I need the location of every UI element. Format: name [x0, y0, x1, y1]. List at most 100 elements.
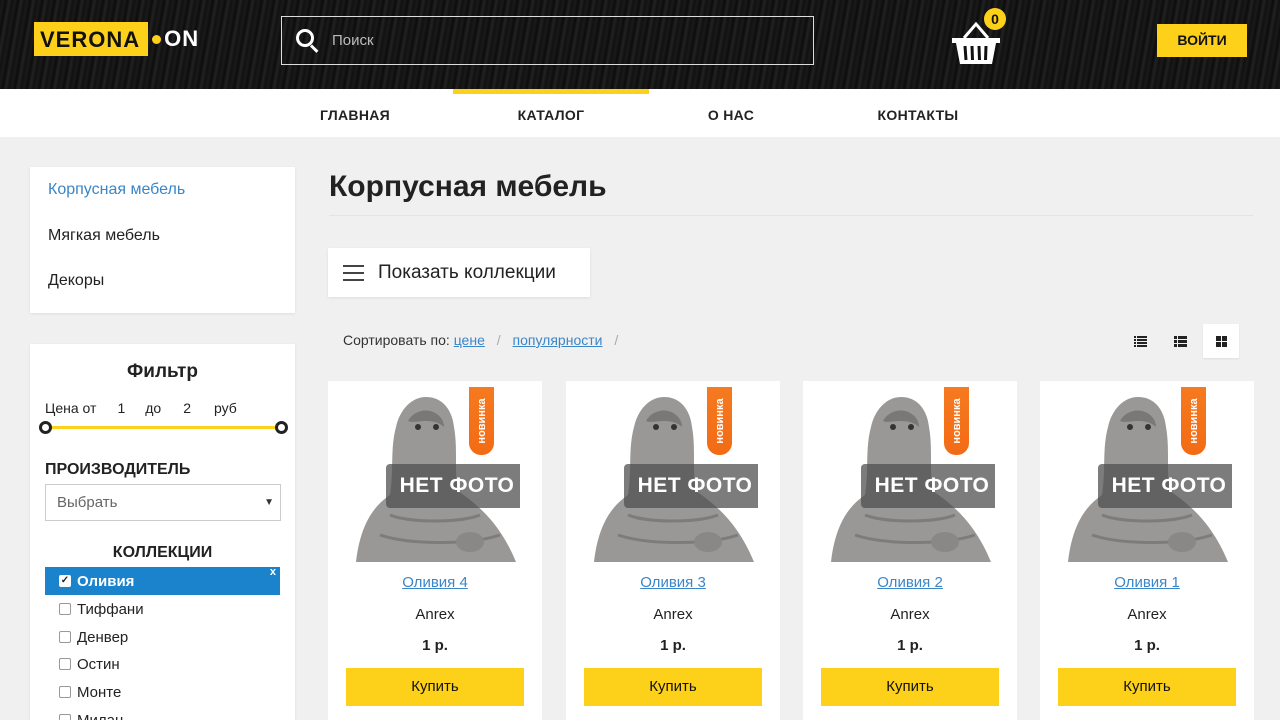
- no-photo-label: НЕТ ФОТО: [1098, 464, 1232, 508]
- product-brand: Anrex: [890, 606, 930, 623]
- sort-label: Сортировать по:: [343, 332, 450, 348]
- product-card: НЕТ ФОТО новинка Оливия 1 Anrex 1 р. Куп…: [1040, 381, 1254, 720]
- product-card: НЕТ ФОТО новинка Оливия 3 Anrex 1 р. Куп…: [566, 381, 780, 720]
- collection-item[interactable]: ✓ Оливия x: [45, 566, 280, 595]
- product-price: 1 р.: [660, 637, 686, 654]
- collection-label: Денвер: [77, 628, 129, 646]
- sort-by-price-link[interactable]: цене: [454, 332, 485, 348]
- product-name-link[interactable]: Оливия 3: [566, 574, 780, 591]
- page-title: Корпусная мебель: [329, 170, 607, 203]
- category-item[interactable]: Декоры: [48, 272, 104, 290]
- filter-title: Фильтр: [127, 361, 198, 382]
- price-slider[interactable]: [39, 421, 288, 434]
- price-to-label: до: [145, 400, 162, 416]
- collections-title: КОЛЛЕКЦИИ: [112, 544, 213, 561]
- cart-button[interactable]: 0: [950, 8, 1006, 66]
- collection-item[interactable]: Денвер: [45, 623, 280, 651]
- product-price: 1 р.: [1134, 637, 1160, 654]
- grid-icon: [1215, 335, 1227, 347]
- checkbox-icon[interactable]: [59, 631, 71, 643]
- login-button[interactable]: ВОЙТИ: [1157, 24, 1247, 57]
- logo-suffix: ON: [164, 26, 200, 51]
- category-item[interactable]: Корпусная мебель: [48, 181, 185, 199]
- category-item[interactable]: Мягкая мебель: [48, 227, 160, 245]
- collection-item[interactable]: Остин: [45, 650, 280, 678]
- nav-about[interactable]: О НАС: [690, 89, 772, 137]
- buy-button[interactable]: Купить: [346, 668, 524, 706]
- list-icon: [1173, 335, 1187, 347]
- view-list-detailed-button[interactable]: [1122, 324, 1158, 358]
- new-badge: новинка: [707, 387, 732, 455]
- slider-handle-max[interactable]: [275, 421, 288, 434]
- new-badge-label: новинка: [950, 398, 963, 444]
- collection-label: Милан: [77, 711, 124, 720]
- view-list-button[interactable]: [1162, 324, 1198, 358]
- manufacturer-select[interactable]: Выбрать ▼: [45, 484, 281, 521]
- product-name-link[interactable]: Оливия 4: [328, 574, 542, 591]
- product-price: 1 р.: [422, 637, 448, 654]
- search-box: [281, 16, 814, 65]
- collection-item[interactable]: Монте: [45, 678, 280, 706]
- divider: [329, 215, 1253, 216]
- slider-handle-min[interactable]: [39, 421, 52, 434]
- buy-button[interactable]: Купить: [821, 668, 999, 706]
- product-name-link[interactable]: Оливия 1: [1040, 574, 1254, 591]
- category-menu: Корпусная мебель Мягкая мебель Декоры: [30, 167, 295, 313]
- sort-separator: /: [496, 332, 501, 348]
- list-detailed-icon: [1133, 335, 1147, 347]
- nav-catalog[interactable]: КАТАЛОГ: [453, 89, 649, 137]
- collection-label: Остин: [77, 655, 120, 673]
- product-card: НЕТ ФОТО новинка Оливия 4 Anrex 1 р. Куп…: [328, 381, 542, 720]
- new-badge-label: новинка: [1187, 398, 1200, 444]
- search-input[interactable]: [332, 32, 813, 49]
- new-badge-label: новинка: [475, 398, 488, 444]
- checkbox-icon[interactable]: [59, 714, 71, 720]
- product-image[interactable]: НЕТ ФОТО новинка: [1062, 387, 1232, 562]
- site-logo[interactable]: VERONA ON: [34, 22, 199, 56]
- nav-contacts[interactable]: КОНТАКТЫ: [862, 89, 974, 137]
- nav-home[interactable]: ГЛАВНАЯ: [300, 89, 410, 137]
- product-brand: Anrex: [415, 606, 455, 623]
- sort-bar: Сортировать по: цене / популярности /: [343, 332, 626, 348]
- buy-button[interactable]: Купить: [1058, 668, 1236, 706]
- product-name-link[interactable]: Оливия 2: [803, 574, 1017, 591]
- collection-item[interactable]: Милан: [45, 706, 280, 720]
- product-card: НЕТ ФОТО новинка Оливия 2 Anrex 1 р. Куп…: [803, 381, 1017, 720]
- no-photo-label: НЕТ ФОТО: [386, 464, 520, 508]
- price-to-value[interactable]: 2: [183, 400, 191, 416]
- new-badge: новинка: [469, 387, 494, 455]
- product-brand: Anrex: [653, 606, 693, 623]
- dropdown-arrow-icon: ▼: [264, 497, 274, 508]
- show-collections-button[interactable]: Показать коллекции: [328, 248, 590, 297]
- price-range-label: Цена от 1 до 2 руб: [45, 400, 237, 416]
- checkbox-checked-icon[interactable]: ✓: [59, 575, 71, 587]
- price-from-value[interactable]: 1: [117, 400, 125, 416]
- collection-label: Тиффани: [77, 600, 144, 618]
- search-icon[interactable]: [296, 28, 320, 53]
- product-image[interactable]: НЕТ ФОТО новинка: [350, 387, 520, 562]
- product-price: 1 р.: [897, 637, 923, 654]
- collection-item[interactable]: Тиффани: [45, 595, 280, 623]
- show-collections-label: Показать коллекции: [378, 261, 556, 283]
- product-image[interactable]: НЕТ ФОТО новинка: [588, 387, 758, 562]
- sort-by-popularity-link[interactable]: популярности: [513, 332, 603, 348]
- sort-separator: /: [614, 332, 619, 348]
- collection-label: Оливия: [77, 572, 135, 590]
- cart-count-badge: 0: [984, 8, 1006, 30]
- main-nav: ГЛАВНАЯ КАТАЛОГ О НАС КОНТАКТЫ: [0, 89, 1280, 137]
- new-badge: новинка: [944, 387, 969, 455]
- new-badge: новинка: [1181, 387, 1206, 455]
- manufacturer-title: ПРОИЗВОДИТЕЛЬ: [45, 461, 191, 478]
- site-header: VERONA ON 0 ВОЙТИ: [0, 0, 1280, 89]
- checkbox-icon[interactable]: [59, 658, 71, 670]
- clear-collection-button[interactable]: x: [270, 566, 276, 578]
- collection-label: Монте: [77, 683, 122, 701]
- logo-dot: [152, 34, 162, 44]
- checkbox-icon[interactable]: [59, 603, 71, 615]
- buy-button[interactable]: Купить: [584, 668, 762, 706]
- view-grid-button[interactable]: [1203, 324, 1239, 358]
- product-image[interactable]: НЕТ ФОТО новинка: [825, 387, 995, 562]
- no-photo-label: НЕТ ФОТО: [624, 464, 758, 508]
- checkbox-icon[interactable]: [59, 686, 71, 698]
- new-badge-label: новинка: [713, 398, 726, 444]
